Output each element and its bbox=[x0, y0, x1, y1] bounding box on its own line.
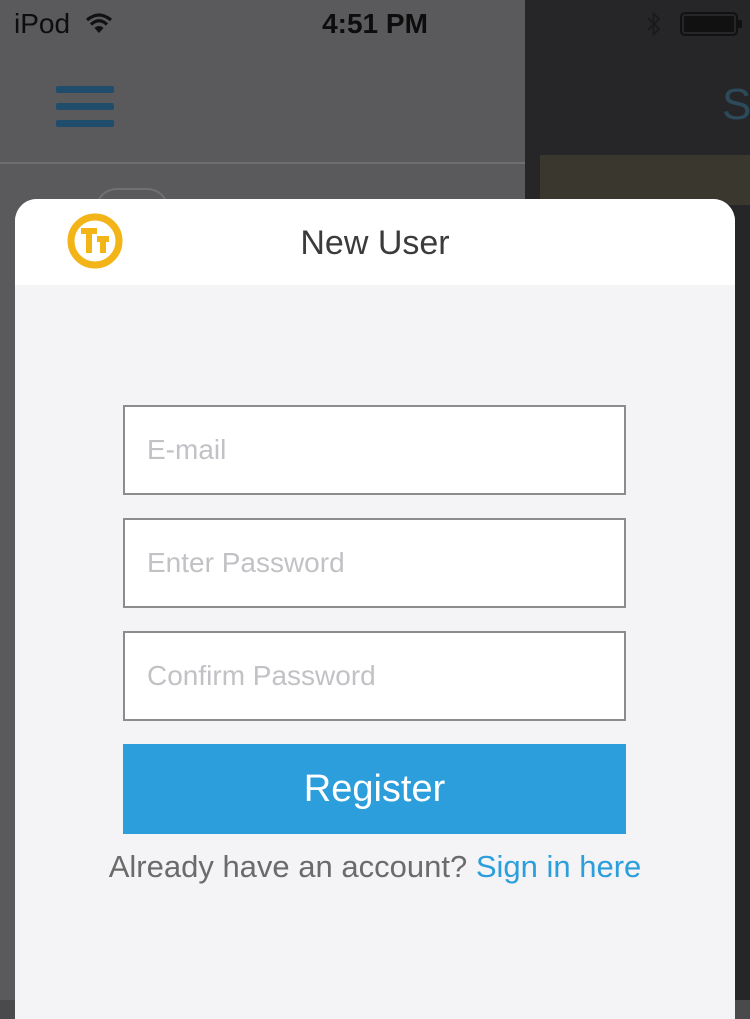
modal-header: New User bbox=[15, 199, 735, 285]
signin-prompt-text: Already have an account? bbox=[108, 849, 468, 884]
background-divider bbox=[0, 162, 525, 164]
email-input[interactable] bbox=[125, 407, 624, 493]
hamburger-menu-icon[interactable] bbox=[56, 86, 114, 128]
register-button[interactable]: Register bbox=[123, 744, 626, 834]
clock: 4:51 PM bbox=[322, 8, 428, 39]
battery-icon bbox=[680, 12, 742, 36]
background-partial-text: S bbox=[722, 80, 750, 129]
confirm-password-input[interactable] bbox=[125, 633, 624, 719]
status-bar: iPod 4:51 PM bbox=[0, 0, 750, 50]
confirm-password-field[interactable] bbox=[123, 631, 626, 721]
background-image-strip bbox=[540, 155, 750, 205]
modal-title: New User bbox=[300, 224, 450, 262]
password-input[interactable] bbox=[125, 520, 624, 606]
new-user-modal: New User Register Already have an accoun… bbox=[15, 199, 735, 1019]
signin-link[interactable]: Sign in here bbox=[476, 849, 641, 884]
email-field[interactable] bbox=[123, 405, 626, 495]
password-field[interactable] bbox=[123, 518, 626, 608]
signin-prompt-line: Already have an account? Sign in here bbox=[15, 849, 735, 885]
bluetooth-icon bbox=[646, 10, 662, 45]
